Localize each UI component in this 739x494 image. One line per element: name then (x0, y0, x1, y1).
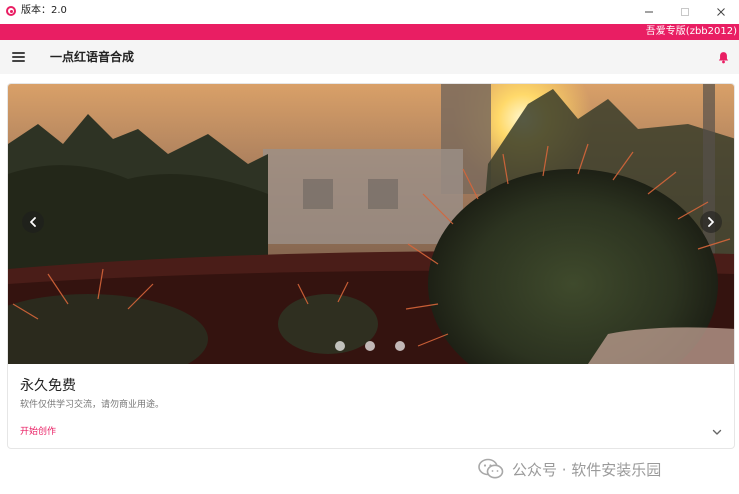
card-title: 永久免费 (20, 378, 76, 394)
maximize-button[interactable] (667, 0, 703, 24)
minimize-icon (645, 11, 653, 13)
app-logo-icon (6, 6, 16, 16)
watermark: 公众号 · 软件安装乐园 (478, 458, 661, 480)
carousel-dot[interactable] (365, 341, 375, 351)
wechat-icon (478, 458, 504, 479)
window-titlebar: 版本：2.0 (0, 0, 739, 24)
watermark-text: 公众号 · 软件安装乐园 (512, 460, 662, 479)
chevron-right-icon (708, 217, 714, 227)
close-button[interactable] (703, 0, 739, 24)
app-toolbar: 一点红语音合成 (0, 40, 739, 74)
app-title: 一点红语音合成 (50, 50, 135, 64)
edition-bar: 吾爱专版(zbb2012) (0, 24, 739, 40)
carousel-indicators (335, 341, 425, 351)
card-subtitle: 软件仅供学习交流，请勿商业用途。 (20, 400, 165, 410)
hamburger-menu-icon[interactable] (12, 52, 25, 62)
edition-label: 吾爱专版(zbb2012) (645, 26, 737, 37)
feature-card: 永久免费 软件仅供学习交流，请勿商业用途。 开始创作 (7, 83, 735, 449)
window-title: 版本：2.0 (21, 5, 67, 16)
carousel-dot[interactable] (335, 341, 345, 351)
chevron-down-icon[interactable] (711, 426, 723, 438)
start-creating-button[interactable]: 开始创作 (20, 426, 56, 438)
carousel-dot[interactable] (395, 341, 405, 351)
chevron-left-icon (30, 217, 36, 227)
carousel-slide-image (8, 84, 734, 364)
carousel-next-button[interactable] (700, 211, 722, 233)
maximize-icon (681, 8, 689, 16)
minimize-button[interactable] (631, 0, 667, 24)
carousel-prev-button[interactable] (22, 211, 44, 233)
close-icon (717, 8, 725, 16)
notification-bell-icon[interactable] (717, 51, 730, 64)
image-carousel[interactable] (8, 84, 734, 364)
window-controls (631, 0, 739, 24)
